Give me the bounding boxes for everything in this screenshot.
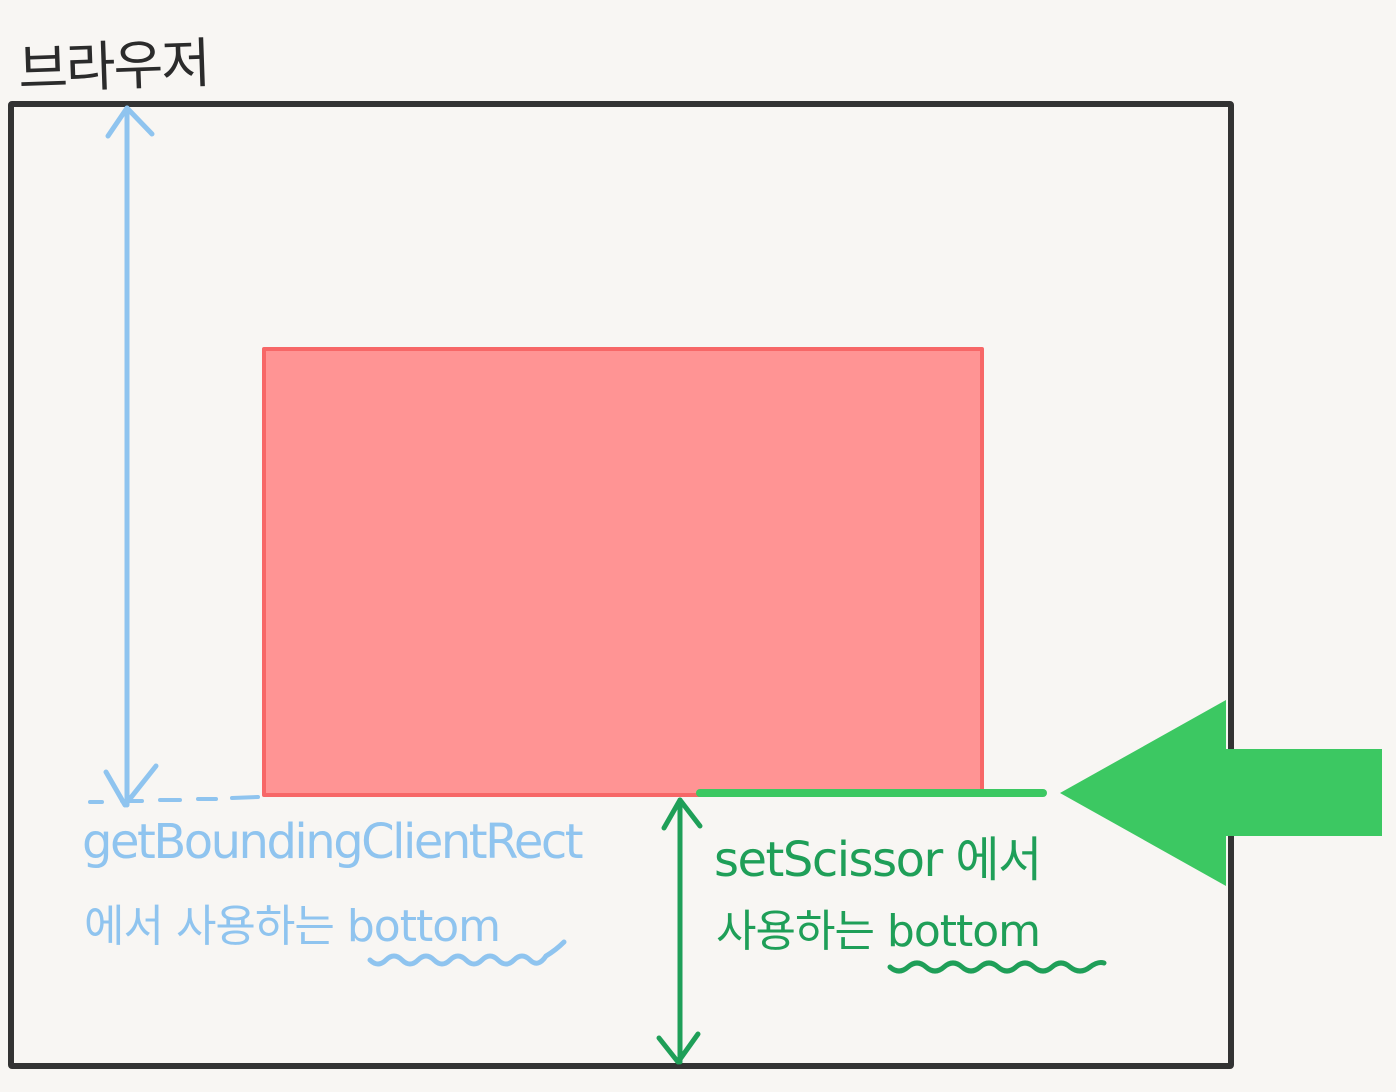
green-measure-arrow [656, 797, 703, 1065]
diagram-canvas: 브라우저 getBoundingClientRect 에서 사용하는 botto… [0, 0, 1396, 1092]
green-wavy-underline [887, 960, 1107, 974]
green-label-line1: setScissor 에서 [714, 832, 1042, 888]
blue-label-line2: 에서 사용하는 bottom [84, 901, 501, 952]
blue-label-line1: getBoundingClientRect [82, 814, 584, 870]
blue-measure-arrow [103, 105, 159, 808]
green-pointer-arrow [1060, 700, 1382, 886]
green-label-line2: 사용하는 bottom [716, 906, 1041, 957]
blue-dashed-baseline [88, 795, 260, 804]
